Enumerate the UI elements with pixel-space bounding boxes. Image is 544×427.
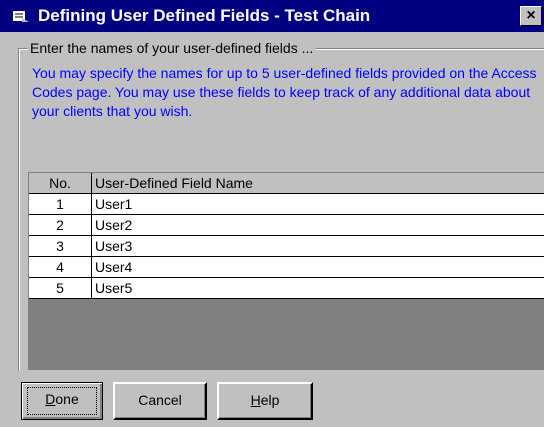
app-icon	[12, 9, 30, 23]
window-title: Defining User Defined Fields - Test Chai…	[38, 6, 371, 25]
title-bar[interactable]: Defining User Defined Fields - Test Chai…	[0, 0, 544, 32]
column-header-name[interactable]: User-Defined Field Name	[92, 173, 544, 194]
column-header-no[interactable]: No.	[29, 173, 92, 194]
field-name-cell[interactable]: User1	[92, 194, 544, 215]
table-row: 5 User5	[29, 278, 544, 299]
info-text: You may specify the names for up to 5 us…	[32, 65, 537, 119]
close-button[interactable]: ×	[520, 6, 542, 26]
table-row: 2 User2	[29, 215, 544, 236]
help-button[interactable]: Help	[217, 382, 313, 420]
user-fields-grid: No. User-Defined Field Name 1 User1 2 Us…	[28, 172, 544, 370]
grid-header-row: No. User-Defined Field Name	[29, 173, 544, 194]
done-label: Done	[45, 391, 79, 407]
row-number: 1	[29, 194, 92, 215]
done-button[interactable]: Done	[21, 382, 103, 420]
group-legend: Enter the names of your user-defined fie…	[27, 38, 317, 58]
table-row: 4 User4	[29, 257, 544, 278]
field-name-cell[interactable]: User2	[92, 215, 544, 236]
row-number: 3	[29, 236, 92, 257]
field-name-cell[interactable]: User3	[92, 236, 544, 257]
close-icon: ×	[526, 7, 536, 24]
table-row: 1 User1	[29, 194, 544, 215]
row-number: 4	[29, 257, 92, 278]
dialog-window: Defining User Defined Fields - Test Chai…	[0, 0, 544, 427]
field-name-cell[interactable]: User5	[92, 278, 544, 299]
field-name-cell[interactable]: User4	[92, 257, 544, 278]
row-number: 5	[29, 278, 92, 299]
cancel-label: Cancel	[138, 392, 182, 408]
help-label: Help	[250, 392, 280, 408]
row-number: 2	[29, 215, 92, 236]
table-row: 3 User3	[29, 236, 544, 257]
cancel-button[interactable]: Cancel	[113, 382, 207, 420]
